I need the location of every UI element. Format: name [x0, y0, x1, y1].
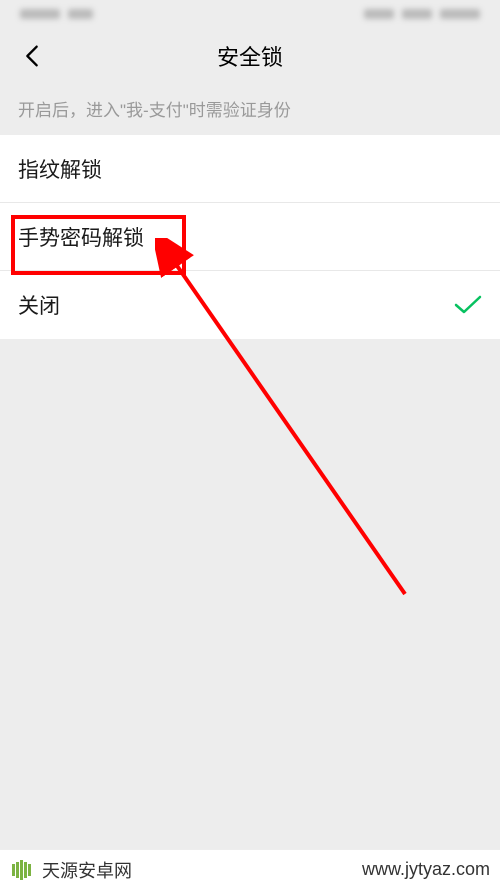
watermark-footer: 天源安卓网 www.jytyaz.com	[0, 849, 500, 889]
watermark-site-name: 天源安卓网	[42, 857, 132, 883]
back-icon	[25, 44, 39, 68]
page-title: 安全锁	[217, 40, 283, 72]
nav-bar: 安全锁	[0, 28, 500, 84]
back-button[interactable]	[12, 36, 52, 76]
option-label: 关闭	[18, 290, 454, 320]
option-fingerprint[interactable]: 指纹解锁	[0, 135, 500, 203]
status-bar	[0, 0, 500, 28]
section-description: 开启后，进入"我-支付"时需验证身份	[0, 84, 500, 135]
option-label: 手势密码解锁	[18, 222, 482, 252]
option-label: 指纹解锁	[18, 154, 482, 184]
watermark-url: www.jytyaz.com	[362, 859, 490, 880]
option-close[interactable]: 关闭	[0, 271, 500, 339]
option-gesture[interactable]: 手势密码解锁	[0, 203, 500, 271]
checkmark-icon	[454, 291, 482, 319]
watermark-logo-icon	[10, 858, 34, 882]
options-list: 指纹解锁 手势密码解锁 关闭	[0, 135, 500, 339]
